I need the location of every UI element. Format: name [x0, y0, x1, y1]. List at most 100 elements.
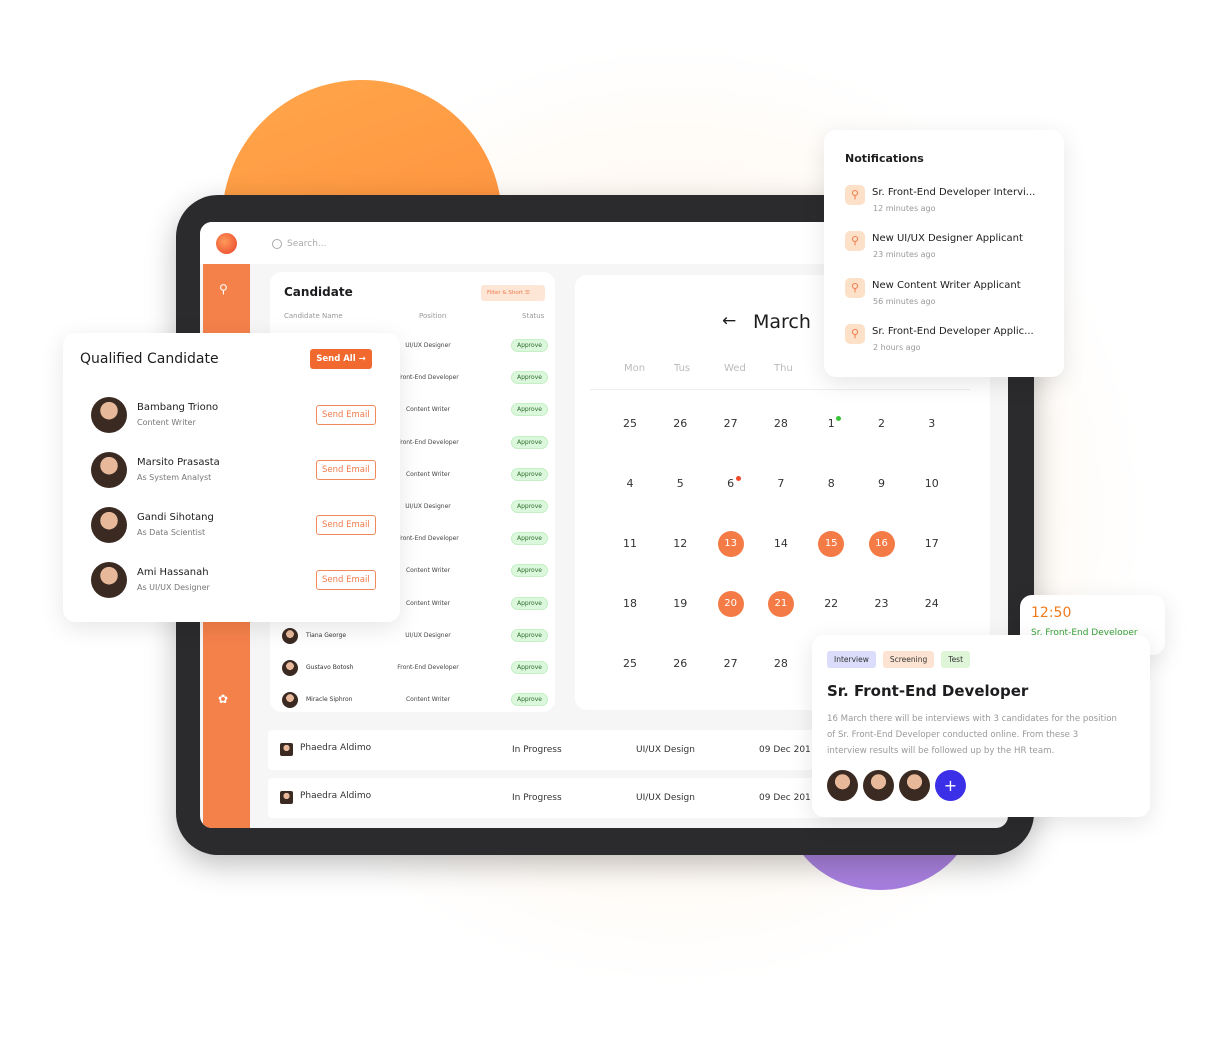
- avatar: [91, 452, 127, 488]
- calendar-day[interactable]: 9: [867, 471, 897, 497]
- row-date: 09 Dec 201: [759, 793, 811, 803]
- calendar-day[interactable]: 12: [665, 531, 695, 557]
- send-email-button[interactable]: Send Email: [316, 515, 376, 535]
- calendar-day[interactable]: 6: [716, 471, 746, 497]
- notifications-panel: Notifications ⚲ Sr. Front-End Developer I…: [824, 130, 1064, 377]
- search-placeholder: Search...: [287, 239, 327, 249]
- qualified-candidate-card: Qualified Candidate Send All → Bambang T…: [63, 333, 400, 622]
- status-badge[interactable]: Approve: [511, 435, 548, 449]
- calendar-day[interactable]: 16: [868, 531, 895, 557]
- notification-time: 23 minutes ago: [873, 250, 936, 260]
- participants: +: [827, 770, 966, 801]
- calendar-day[interactable]: 14: [766, 531, 796, 557]
- calendar-day[interactable]: 11: [615, 531, 645, 557]
- row-name: Phaedra Aldimo: [300, 791, 372, 801]
- candidate-name: Gandi Sihotang: [137, 512, 214, 523]
- calendar-day[interactable]: 19: [665, 591, 695, 617]
- weekday-label: Mon: [624, 363, 646, 374]
- calendar-day[interactable]: 26: [665, 411, 695, 437]
- candidate-role: As System Analyst: [137, 473, 212, 482]
- candidate-role: As Data Scientist: [137, 528, 206, 537]
- table-row[interactable]: [276, 690, 549, 716]
- sidebar-item-settings[interactable]: ✿: [218, 692, 228, 706]
- table-row[interactable]: [276, 626, 549, 652]
- event-tags: Interview Screening Test: [827, 651, 971, 668]
- calendar-day[interactable]: 28: [766, 651, 796, 677]
- notification-text[interactable]: Sr. Front-End Developer Applic...: [872, 326, 1034, 337]
- event-description: 16 March there will be interviews with 3…: [827, 714, 1117, 756]
- calendar-day[interactable]: 23: [867, 591, 897, 617]
- status-badge[interactable]: Approve: [511, 371, 548, 385]
- status-badge[interactable]: Approve: [511, 596, 548, 610]
- send-email-button[interactable]: Send Email: [316, 460, 376, 480]
- search-icon: [272, 239, 282, 249]
- candidate-name: Ami Hassanah: [137, 567, 209, 578]
- calendar-day[interactable]: 3: [917, 411, 947, 437]
- column-header-position: Position: [419, 312, 447, 320]
- calendar-day[interactable]: 15: [818, 531, 845, 557]
- candidate-title: Candidate: [284, 285, 353, 299]
- weekday-label: Thu: [774, 363, 793, 374]
- sidebar-item-candidates[interactable]: ⚲: [219, 282, 228, 296]
- calendar-day[interactable]: 4: [615, 471, 645, 497]
- tag-test[interactable]: Test: [941, 651, 971, 668]
- calendar-day[interactable]: 22: [816, 591, 846, 617]
- calendar-day[interactable]: 10: [917, 471, 947, 497]
- calendar-day[interactable]: 28: [766, 411, 796, 437]
- calendar-day[interactable]: 2: [867, 411, 897, 437]
- avatar: [899, 770, 930, 801]
- status-badge[interactable]: Approve: [511, 339, 548, 352]
- calendar-day[interactable]: 24: [917, 591, 947, 617]
- status-badge[interactable]: Approve: [511, 403, 548, 417]
- notification-text[interactable]: New UI/UX Designer Applicant: [872, 233, 1023, 244]
- calendar-day[interactable]: 27: [716, 411, 746, 437]
- gear-icon: ✿: [218, 692, 229, 706]
- candidate-position: Front-End Developer: [397, 664, 459, 671]
- row-status: In Progress: [512, 793, 562, 803]
- status-badge[interactable]: Approve: [511, 532, 548, 546]
- qualified-title: Qualified Candidate: [80, 351, 219, 367]
- calendar-day[interactable]: 17: [917, 531, 947, 557]
- status-badge[interactable]: Approve: [511, 693, 548, 707]
- calendar-day[interactable]: 20: [717, 591, 744, 617]
- calendar-day[interactable]: 13: [717, 531, 744, 557]
- status-badge[interactable]: Approve: [511, 628, 548, 642]
- row-department: UI/UX Design: [636, 745, 695, 755]
- calendar-day[interactable]: 25: [615, 411, 645, 437]
- calendar-day[interactable]: 27: [716, 651, 746, 677]
- send-all-button[interactable]: Send All →: [310, 349, 372, 369]
- arrow-right-icon: →: [358, 354, 366, 364]
- search-input[interactable]: Search...: [272, 236, 472, 252]
- calendar-day[interactable]: 5: [665, 471, 695, 497]
- status-badge[interactable]: Approve: [511, 661, 548, 674]
- status-badge[interactable]: Approve: [511, 467, 548, 481]
- avatar: [91, 507, 127, 543]
- calendar-day[interactable]: 25: [615, 651, 645, 677]
- row-name: Phaedra Aldimo: [300, 743, 372, 753]
- calendar-day[interactable]: 18: [615, 591, 645, 617]
- calendar-day[interactable]: 26: [665, 651, 695, 677]
- user-icon: ⚲: [845, 185, 865, 205]
- notification-time: 2 hours ago: [873, 342, 921, 352]
- tag-screening[interactable]: Screening: [882, 651, 935, 668]
- send-email-button[interactable]: Send Email: [316, 405, 376, 425]
- status-badge[interactable]: Approve: [511, 564, 548, 578]
- table-row[interactable]: [276, 658, 549, 684]
- notifications-title: Notifications: [845, 152, 924, 165]
- calendar-day[interactable]: 21: [767, 591, 794, 617]
- tag-interview[interactable]: Interview: [827, 651, 876, 668]
- send-all-label: Send All: [316, 354, 356, 364]
- row-status: In Progress: [512, 745, 562, 755]
- calendar-day[interactable]: 7: [766, 471, 796, 497]
- add-participant-button[interactable]: +: [935, 770, 966, 801]
- calendar-day[interactable]: 1: [816, 411, 846, 437]
- avatar: [282, 660, 298, 676]
- calendar-day[interactable]: 8: [816, 471, 846, 497]
- filter-button[interactable]: Filter & Short ☰: [481, 285, 545, 301]
- status-badge[interactable]: Approve: [511, 500, 548, 513]
- notification-text[interactable]: Sr. Front-End Developer Intervi...: [872, 187, 1035, 198]
- event-card: Interview Screening Test Sr. Front-End D…: [812, 635, 1150, 817]
- prev-month-button[interactable]: ←: [722, 311, 736, 331]
- send-email-button[interactable]: Send Email: [316, 570, 376, 590]
- notification-text[interactable]: New Content Writer Applicant: [872, 280, 1021, 291]
